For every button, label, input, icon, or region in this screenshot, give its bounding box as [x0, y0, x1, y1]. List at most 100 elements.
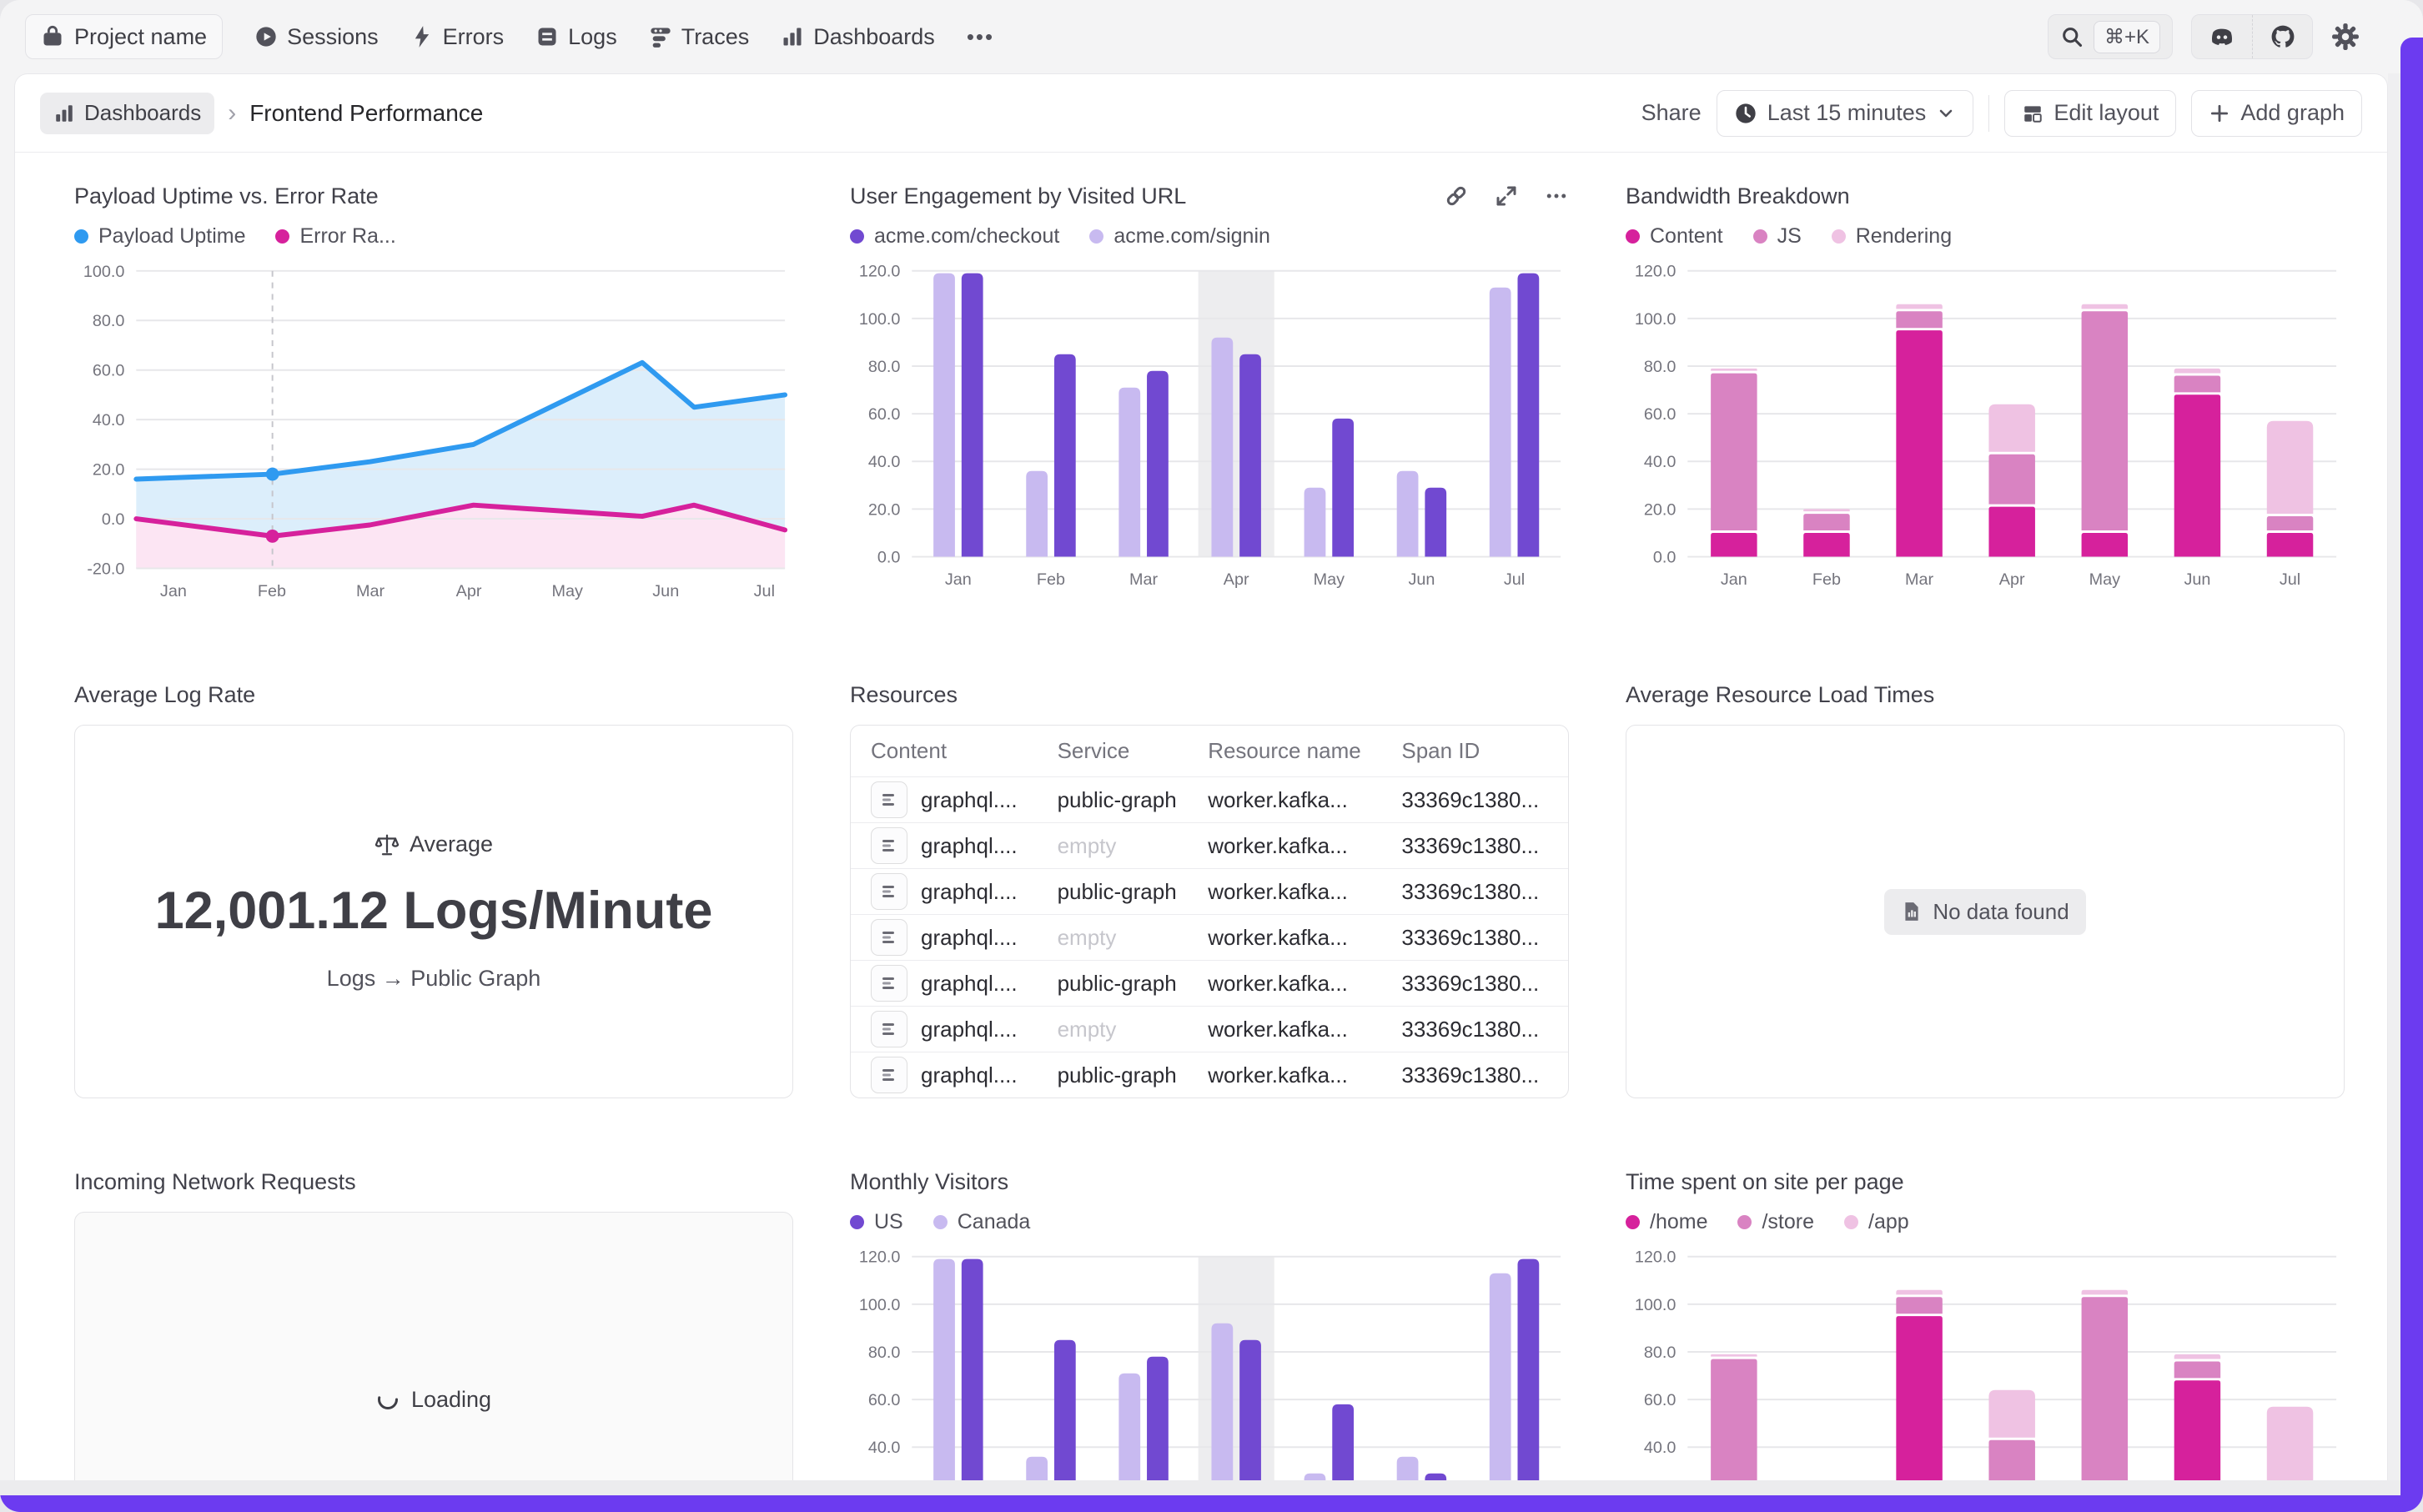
time-range-dropdown[interactable]: Last 15 minutes — [1717, 90, 1974, 137]
document-chart-icon — [1901, 901, 1923, 922]
svg-text:Mar: Mar — [356, 582, 385, 600]
breadcrumb: Dashboards › Frontend Performance — [40, 93, 483, 134]
legend-item[interactable]: /store — [1737, 1210, 1814, 1234]
legend-item[interactable]: acme.com/signin — [1089, 224, 1270, 249]
svg-text:80.0: 80.0 — [868, 1344, 901, 1362]
legend-dot — [933, 1215, 948, 1229]
legend-item[interactable]: JS — [1753, 224, 1802, 249]
project-switcher-button[interactable]: Project name — [25, 14, 223, 59]
chart-canvas-bandwidth: 120.0100.080.060.040.020.00.0JanFebMarAp… — [1626, 261, 2345, 595]
legend-item[interactable]: US — [850, 1210, 903, 1234]
table-row[interactable]: graphql....public-graphworker.kafka...33… — [851, 777, 1568, 823]
legend-dot — [74, 229, 88, 244]
more-menu-icon[interactable] — [1544, 183, 1569, 208]
layout-icon — [2022, 103, 2043, 124]
link-icon[interactable] — [1444, 183, 1469, 208]
card-title: Average Log Rate — [74, 682, 255, 708]
breadcrumb-dashboards[interactable]: Dashboards — [40, 93, 214, 134]
log-lines-icon — [871, 1057, 907, 1093]
svg-text:Jul: Jul — [1504, 570, 1525, 589]
log-lines-icon — [871, 965, 907, 1002]
legend-item[interactable]: /app — [1844, 1210, 1909, 1234]
svg-text:-20.0: -20.0 — [87, 560, 124, 578]
legend-item[interactable]: Canada — [933, 1210, 1031, 1234]
top-nav: Project name Sessions Errors Logs Traces… — [0, 0, 2423, 73]
share-button[interactable]: Share — [1641, 100, 1702, 126]
svg-text:60.0: 60.0 — [93, 362, 125, 380]
edit-layout-button[interactable]: Edit layout — [2004, 90, 2176, 137]
card-resource-load-times: Average Resource Load Times No data foun… — [1626, 681, 2345, 1098]
table-row[interactable]: graphql....emptyworker.kafka...33369c138… — [851, 823, 1568, 869]
page-title: Frontend Performance — [249, 100, 483, 127]
discord-button[interactable] — [2192, 15, 2252, 58]
vertical-scrollbar[interactable] — [2388, 73, 2400, 1480]
dashboard-panel: Dashboards › Frontend Performance Share … — [14, 73, 2388, 1512]
svg-text:20.0: 20.0 — [93, 461, 125, 480]
svg-text:40.0: 40.0 — [868, 1439, 901, 1457]
nav-item-logs[interactable]: Logs — [535, 24, 617, 50]
legend-item[interactable]: Content — [1626, 224, 1723, 249]
table-row[interactable]: graphql....public-graphworker.kafka...33… — [851, 961, 1568, 1007]
log-lines-icon — [871, 919, 907, 956]
chart-legend: Payload Uptime Error Ra... — [74, 223, 793, 249]
nav-more-button[interactable]: ••• — [967, 24, 994, 50]
traces-icon — [649, 25, 672, 48]
legend-item[interactable]: acme.com/checkout — [850, 224, 1059, 249]
chart-canvas-payload: 100.080.060.040.020.00.0-20.0JanFebMarAp… — [74, 261, 793, 607]
legend-dot — [850, 1215, 864, 1229]
table-row[interactable]: graphql....emptyworker.kafka...33369c138… — [851, 915, 1568, 961]
svg-text:40.0: 40.0 — [1644, 453, 1676, 471]
svg-text:20.0: 20.0 — [868, 500, 901, 519]
github-button[interactable] — [2252, 15, 2312, 58]
svg-text:Jun: Jun — [1408, 570, 1435, 589]
card-incoming-network: Incoming Network Requests Loading — [74, 1168, 793, 1512]
svg-text:40.0: 40.0 — [93, 411, 125, 429]
horizontal-scrollbar[interactable] — [0, 1480, 2400, 1495]
nav-item-traces[interactable]: Traces — [649, 24, 750, 50]
loading-card: Loading — [74, 1212, 793, 1512]
log-lines-icon — [871, 873, 907, 910]
svg-text:80.0: 80.0 — [1644, 358, 1676, 376]
svg-text:Mar: Mar — [1905, 570, 1934, 589]
nav-item-errors[interactable]: Errors — [410, 24, 505, 50]
table-row[interactable]: graphql....public-graphworker.kafka...33… — [851, 1052, 1568, 1098]
legend-item[interactable]: Rendering — [1832, 224, 1952, 249]
svg-text:Apr: Apr — [1999, 570, 2025, 589]
nav-item-dashboards[interactable]: Dashboards — [781, 24, 935, 50]
chevron-down-icon — [1936, 103, 1956, 123]
plus-icon — [2209, 103, 2230, 124]
metric-value: 12,001.12 Logs/Minute — [155, 881, 713, 941]
legend-dot — [1626, 229, 1640, 244]
right-accent-bar — [2400, 38, 2423, 1512]
page-header: Dashboards › Frontend Performance Share … — [15, 74, 2387, 153]
log-lines-icon — [871, 1011, 907, 1047]
table-row[interactable]: graphql....emptyworker.kafka...33369c138… — [851, 1007, 1568, 1052]
svg-text:Apr: Apr — [456, 582, 482, 600]
search-button[interactable]: ⌘+K — [2048, 14, 2173, 59]
bar-chart-icon — [53, 103, 75, 124]
legend-dot — [1737, 1215, 1752, 1229]
chart-title: User Engagement by Visited URL — [850, 183, 1186, 209]
svg-text:60.0: 60.0 — [868, 1391, 901, 1409]
legend-item[interactable]: Payload Uptime — [74, 224, 245, 249]
svg-text:100.0: 100.0 — [83, 263, 125, 281]
add-graph-button[interactable]: Add graph — [2191, 90, 2362, 137]
svg-text:60.0: 60.0 — [1644, 405, 1676, 424]
toolbar-divider — [1988, 95, 1989, 132]
lightning-icon — [410, 25, 434, 48]
empty-state-card: No data found — [1626, 725, 2345, 1098]
chart-title: Payload Uptime vs. Error Rate — [74, 183, 379, 209]
legend-item[interactable]: Error Ra... — [275, 224, 395, 249]
table-header: Content Service Resource name Span ID — [851, 726, 1568, 777]
bottom-accent-bar — [0, 1495, 2423, 1512]
bar-chart-icon — [781, 25, 804, 48]
search-icon — [2060, 25, 2084, 48]
no-data-badge: No data found — [1884, 889, 2085, 935]
settings-gear-icon[interactable] — [2331, 23, 2360, 51]
table-row[interactable]: graphql....public-graphworker.kafka...33… — [851, 869, 1568, 915]
legend-item[interactable]: /home — [1626, 1210, 1707, 1234]
expand-icon[interactable] — [1494, 183, 1519, 208]
app-window: Project name Sessions Errors Logs Traces… — [0, 0, 2423, 1512]
nav-item-sessions[interactable]: Sessions — [254, 24, 379, 50]
scales-icon — [375, 832, 400, 857]
